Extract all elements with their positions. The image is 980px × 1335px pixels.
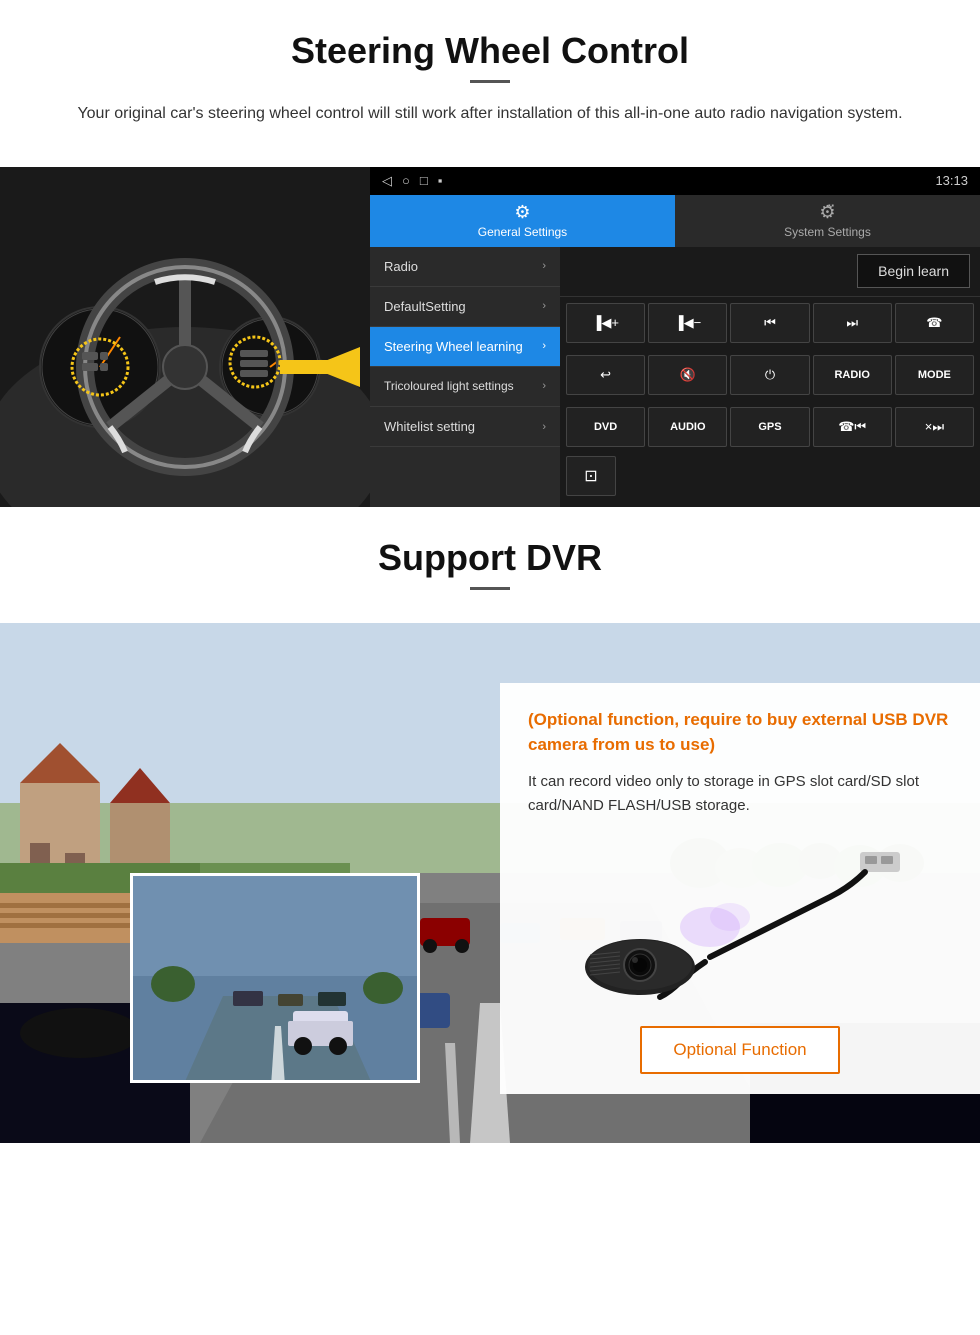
android-body: Radio › DefaultSetting › Steering Wheel … <box>370 247 980 507</box>
recents-icon: □ <box>420 173 428 189</box>
chevron-tricoloured-icon: › <box>542 380 546 392</box>
chevron-whitelist-icon: › <box>542 421 546 433</box>
home-icon: ○ <box>402 173 410 189</box>
next-track-btn[interactable]: ⏭ <box>813 303 892 343</box>
menu-item-default-setting[interactable]: DefaultSetting › <box>370 287 560 327</box>
android-statusbar: ◁ ○ □ ▪ 13:13 <box>370 167 980 195</box>
menu-item-whitelist[interactable]: Whitelist setting › <box>370 407 560 447</box>
misc-screen-btn[interactable]: ⊡ <box>566 456 616 496</box>
steering-wheel-photo <box>0 167 370 507</box>
tab-system-settings[interactable]: ⚙̈ System Settings <box>675 195 980 247</box>
settings-gear-icon: ⚙ <box>514 202 530 223</box>
phone-next-btn[interactable]: ×⏭ <box>895 407 974 447</box>
steering-demo-container: ◁ ○ □ ▪ 13:13 ⚙ General Settings ⚙̈ Syst… <box>0 167 980 507</box>
statusbar-time: 13:13 <box>935 173 968 188</box>
prev-track-btn[interactable]: ⏮ <box>730 303 809 343</box>
phone-prev-btn[interactable]: ☎⏮ <box>813 407 892 447</box>
optional-function-button[interactable]: Optional Function <box>640 1026 840 1074</box>
power-btn[interactable]: ⏻ <box>730 355 809 395</box>
dvr-divider <box>470 587 510 590</box>
radio-btn[interactable]: RADIO <box>813 355 892 395</box>
dvr-optional-note: (Optional function, require to buy exter… <box>528 707 952 758</box>
dvr-title-area: Support DVR <box>0 507 980 623</box>
statusbar-nav-icons: ◁ ○ □ ▪ <box>382 173 442 189</box>
settings-menu-list: Radio › DefaultSetting › Steering Wheel … <box>370 247 560 507</box>
dvr-section: Support DVR <box>0 507 980 1143</box>
steering-wheel-section: Steering Wheel Control Your original car… <box>0 0 980 167</box>
control-buttons-row2: ↩ 🔇 ⏻ RADIO MODE <box>560 349 980 401</box>
dvr-camera-image <box>528 832 952 1012</box>
tab-system-label: System Settings <box>784 225 871 239</box>
phone-btn[interactable]: ☎ <box>895 303 974 343</box>
android-ui-panel: ◁ ○ □ ▪ 13:13 ⚙ General Settings ⚙̈ Syst… <box>370 167 980 507</box>
menu-radio-label: Radio <box>384 259 418 274</box>
dvr-description: It can record video only to storage in G… <box>528 770 952 818</box>
audio-btn[interactable]: AUDIO <box>648 407 727 447</box>
dvr-background-photo: (Optional function, require to buy exter… <box>0 623 980 1143</box>
back-icon: ◁ <box>382 173 392 189</box>
menu-item-tricoloured[interactable]: Tricoloured light settings › <box>370 367 560 408</box>
menu-item-steering-wheel[interactable]: Steering Wheel learning › <box>370 327 560 367</box>
title-divider <box>470 80 510 83</box>
begin-learn-row: Begin learn <box>560 247 980 297</box>
menu-icon: ▪ <box>438 173 443 189</box>
steering-title: Steering Wheel Control <box>40 30 940 72</box>
steering-control-panel: Begin learn ▐◀+ ▐◀− ⏮ ⏭ ☎ ↩ 🔇 ⏻ RADIO MO… <box>560 247 980 507</box>
dvr-inset-camera-view <box>130 873 420 1083</box>
dvr-title: Support DVR <box>40 537 940 579</box>
chevron-default-icon: › <box>542 300 546 312</box>
dvd-btn[interactable]: DVD <box>566 407 645 447</box>
menu-default-label: DefaultSetting <box>384 299 466 314</box>
menu-whitelist-label: Whitelist setting <box>384 419 475 434</box>
begin-learn-button[interactable]: Begin learn <box>857 254 970 288</box>
android-tabs: ⚙ General Settings ⚙̈ System Settings <box>370 195 980 247</box>
menu-steering-label: Steering Wheel learning <box>384 339 523 354</box>
menu-tricoloured-label: Tricoloured light settings <box>384 379 514 395</box>
hang-up-btn[interactable]: ↩ <box>566 355 645 395</box>
dvr-info-card: (Optional function, require to buy exter… <box>500 683 980 1094</box>
mute-btn[interactable]: 🔇 <box>648 355 727 395</box>
misc-row: ⊡ <box>560 453 980 499</box>
tab-general-settings[interactable]: ⚙ General Settings <box>370 195 675 247</box>
vol-up-btn[interactable]: ▐◀+ <box>566 303 645 343</box>
chevron-radio-icon: › <box>542 260 546 272</box>
gps-btn[interactable]: GPS <box>730 407 809 447</box>
control-buttons-row3: DVD AUDIO GPS ☎⏮ ×⏭ <box>560 401 980 453</box>
system-icon: ⚙̈ <box>819 202 835 223</box>
menu-item-radio[interactable]: Radio › <box>370 247 560 287</box>
control-buttons-row1: ▐◀+ ▐◀− ⏮ ⏭ ☎ <box>560 297 980 349</box>
tab-general-label: General Settings <box>478 225 567 239</box>
mode-btn[interactable]: MODE <box>895 355 974 395</box>
vol-down-btn[interactable]: ▐◀− <box>648 303 727 343</box>
steering-description: Your original car's steering wheel contr… <box>60 101 920 127</box>
chevron-steering-icon: › <box>542 340 546 352</box>
